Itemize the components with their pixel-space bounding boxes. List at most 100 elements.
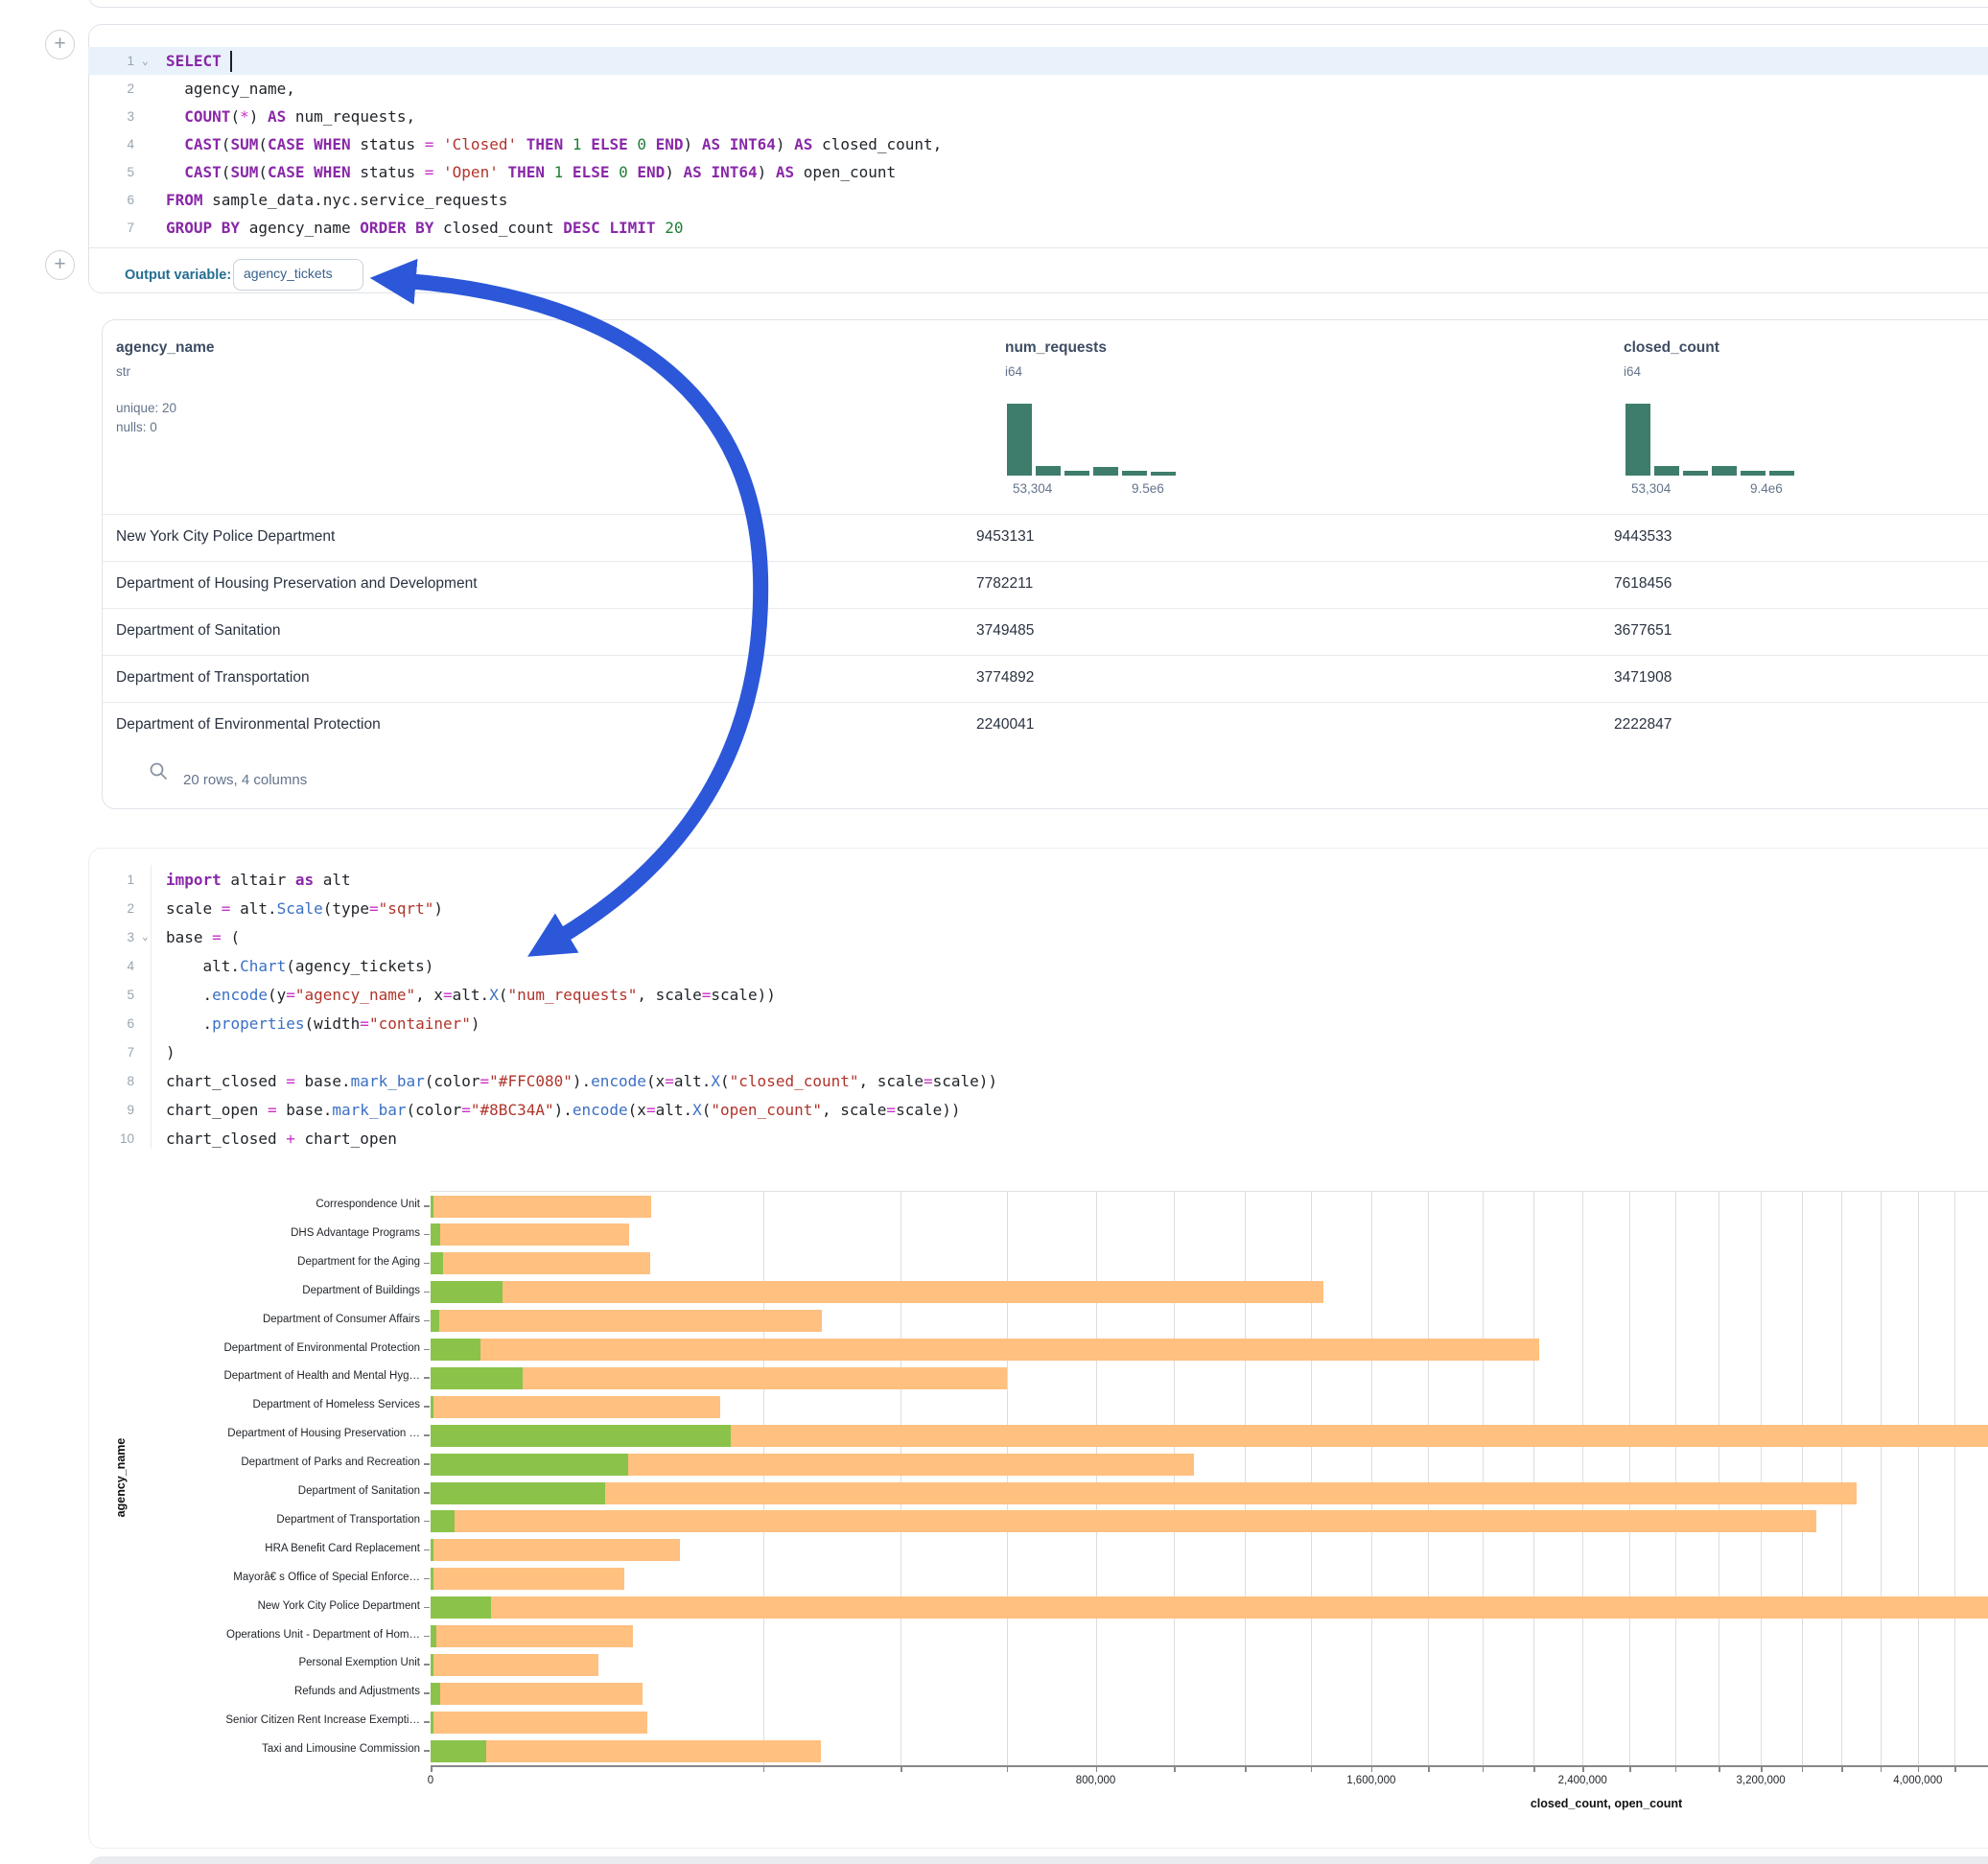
column-header-closed_count[interactable]: closed_count [1624,339,1719,357]
column-type: i64 [1624,364,1641,379]
token-kw: AS [776,163,794,181]
add-cell-button-output[interactable]: + [45,250,75,280]
fold-chevron-icon[interactable]: ⌄ [142,57,157,66]
x-tick [1007,1766,1009,1772]
line-number: 8 [88,1074,142,1088]
token-pl: base. [295,1072,351,1090]
x-axis-label: 1,600,000 [1346,1775,1395,1786]
gridline [900,1192,901,1765]
gridline [1675,1192,1676,1765]
table-cell: 3471908 [1614,669,1672,687]
open_count-bar [431,1339,480,1361]
token-op: = [222,899,231,918]
token-op: = [702,986,712,1004]
code-text: FROM sample_data.nyc.service_requests [157,191,507,209]
table-cell: Department of Sanitation [116,622,280,640]
open_count-bar [431,1196,433,1218]
token-pl: ( [222,163,231,181]
column-header-num_requests[interactable]: num_requests [1005,339,1107,357]
token-str: "#FFC080" [489,1072,573,1090]
code-line[interactable]: 8chart_closed = base.mark_bar(color="#FF… [88,1066,1988,1095]
token-str: "#8BC34A" [471,1101,554,1119]
token-pl [702,163,712,181]
histogram-bar [1683,471,1708,476]
code-line[interactable]: 5 .encode(y="agency_name", x=alt.X("num_… [88,980,1988,1009]
code-line[interactable]: 5 CAST(SUM(CASE WHEN status = 'Open' THE… [88,158,1988,186]
token-pl [305,163,315,181]
token-op: = [360,1014,369,1033]
code-line[interactable]: 6FROM sample_data.nyc.service_requests [88,186,1988,214]
y-axis-label: Department of Parks and Recreation [104,1456,420,1468]
code-line[interactable]: 7 GROUP BY agency_name ORDER BY closed_co… [88,214,1988,242]
code-line[interactable]: 3 COUNT(*) AS num_requests, [88,103,1988,130]
code-line[interactable]: 7) [88,1037,1988,1066]
gridline [1007,1192,1008,1765]
table-row[interactable]: Department of Environmental Protection22… [103,702,1988,749]
column-histogram [1625,404,1799,476]
token-pl: base [166,928,212,946]
table-row[interactable]: New York City Police Department945313194… [103,514,1988,561]
python-code-editor[interactable]: 1import altair as alt2scale = alt.Scale(… [88,865,1988,1153]
fold-chevron-icon[interactable]: ⌄ [142,932,157,942]
token-kw: CAST [184,135,222,153]
code-line[interactable]: 1⌄SELECT [88,47,1988,75]
closed_count-bar [431,1568,624,1590]
token-str: "sqrt" [379,899,434,918]
code-line[interactable]: 4 CAST(SUM(CASE WHEN status = 'Closed' T… [88,130,1988,158]
code-line[interactable]: 2scale = alt.Scale(type="sqrt") [88,894,1988,922]
x-axis-label: 800,000 [1076,1775,1116,1786]
x-tick [1918,1766,1920,1772]
token-kw: CAST [184,163,222,181]
code-line[interactable]: 6 .properties(width="container") [88,1009,1988,1037]
token-pl: ( [230,107,240,126]
token-kw: THEN [507,163,545,181]
token-kw: as [295,871,314,889]
code-text: .encode(y="agency_name", x=alt.X("num_re… [157,986,776,1004]
x-tick [1629,1766,1631,1772]
search-icon[interactable] [149,761,168,781]
open_count-bar [431,1539,433,1561]
code-text: .properties(width="container") [157,1014,480,1033]
y-tick [424,1549,430,1551]
token-kw: CASE [268,163,305,181]
token-pl: ). [573,1072,591,1090]
code-line[interactable]: 2 agency_name, [88,75,1988,103]
token-kw: WHEN [314,135,351,153]
token-pl [628,135,638,153]
line-number: 1 [88,54,142,68]
x-tick [1096,1766,1098,1772]
code-line[interactable]: 9chart_open = base.mark_bar(color="#8BC3… [88,1095,1988,1124]
open_count-bar [431,1454,628,1476]
histogram-bar [1712,466,1737,476]
code-line[interactable]: 1import altair as alt [88,865,1988,894]
code-line[interactable]: 4 alt.Chart(agency_tickets) [88,951,1988,980]
table-row[interactable]: Department of Sanitation37494853677651 [103,608,1988,655]
code-line[interactable]: 10chart_closed + chart_open [88,1124,1988,1153]
gridline [1841,1192,1842,1765]
sql-code-editor[interactable]: 1⌄SELECT 2 agency_name,3 COUNT(*) AS num… [88,47,1988,242]
x-tick [1483,1766,1485,1772]
table-body: New York City Police Department945313194… [103,514,1988,749]
code-line[interactable]: 3⌄base = ( [88,922,1988,951]
line-number: 7 [88,221,142,235]
token-kw: THEN [526,135,564,153]
open_count-bar [431,1396,433,1418]
token-pl: (x [646,1072,665,1090]
closed_count-bar [431,1740,821,1762]
y-axis-label: Mayorâ€ s Office of Special Enforce… [104,1572,420,1583]
output-variable-input[interactable]: agency_tickets [233,259,363,291]
token-pl: alt. [230,899,276,918]
table-cell: 3774892 [976,669,1034,687]
table-row[interactable]: Department of Transportation377489234719… [103,655,1988,702]
x-axis-label: 3,200,000 [1737,1775,1786,1786]
add-cell-button-top[interactable]: + [45,30,75,59]
token-pl: open_count [794,163,896,181]
table-row[interactable]: Department of Housing Preservation and D… [103,561,1988,608]
token-pl: ( [720,1072,730,1090]
token-pl: chart_closed [166,1130,286,1148]
token-pl [433,163,443,181]
code-text: GROUP BY agency_name ORDER BY closed_cou… [157,219,683,237]
column-header-agency_name[interactable]: agency_name [116,339,215,357]
y-tick [424,1692,430,1694]
token-pl: , scale [822,1101,886,1119]
